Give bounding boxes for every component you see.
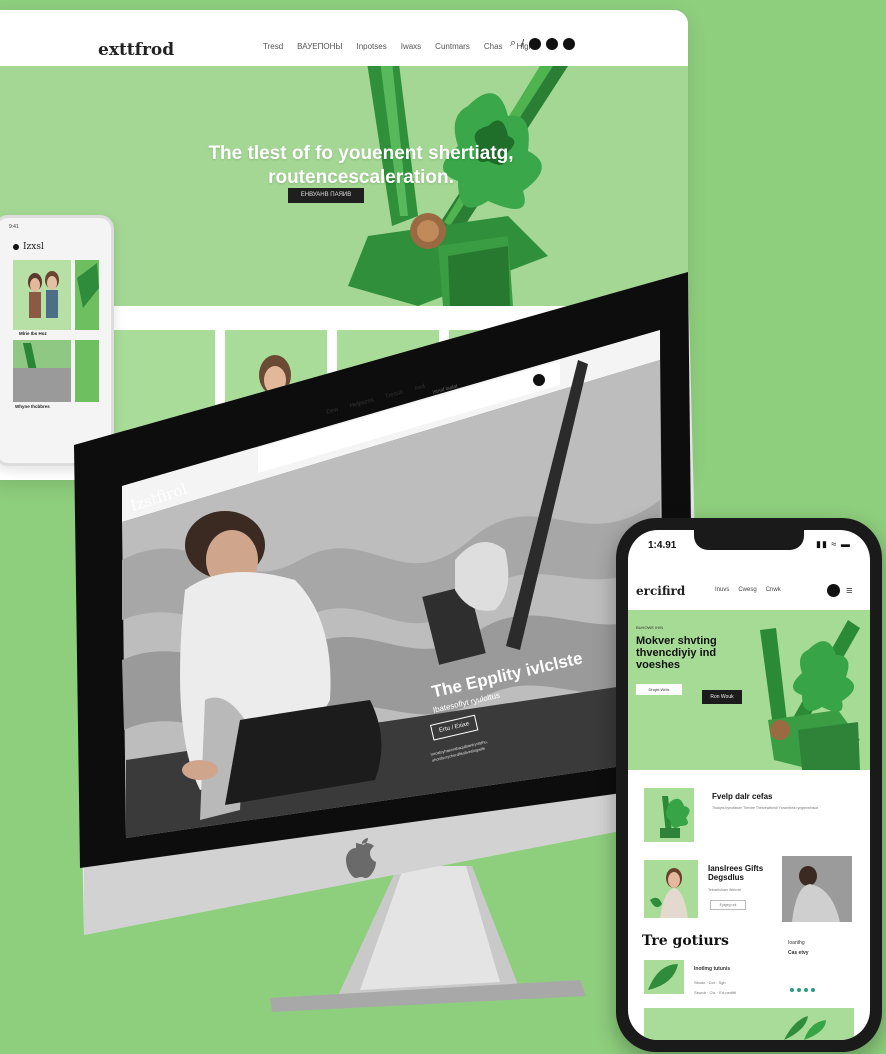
phone-hero-dark-button[interactable]: Ron Wouk [702,690,742,704]
phone-hero-title: Mokver shvting thvencdiyiy ind voeshes [636,635,717,671]
phone-hero-eyebrow: BUHOWE IHIN [636,625,664,630]
plant-banner-image [784,1016,826,1040]
card-2-button[interactable]: Eytgeg unt [710,900,746,910]
account-icon[interactable] [827,584,840,597]
card-1-text: Thaiqns bynotlswer Thevtre Thesrewtheldl… [712,806,820,810]
imac-account-icon [533,374,545,386]
phone-hero: BUHOWE IHIN Mokver shvting thvencdiyiy i… [628,610,870,770]
bottom-banner-image[interactable] [644,1008,854,1040]
status-time: 1:4.91 [648,540,677,551]
section-heading: Tre gotiurs [642,933,729,949]
card-2-side-image[interactable] [782,856,852,922]
model-thumbnail-image [650,868,688,918]
list-item-meta: Sswob · Ctz · Ed-nedlttl [694,990,737,995]
list-label: Ioanthg [788,940,805,946]
card-2-title[interactable]: Ianslrees Gifts Degsdlus [708,864,778,882]
right-phone-mockup: 1:4.91 ▮▮ ≈ ▬ ercifird Inuvs Cwesg Cnwk … [616,518,882,1052]
phone-hero-outline-button[interactable]: Dhqtrt Wrtlx [636,684,682,695]
list-item-image[interactable] [644,960,684,994]
phone-screen: 1:4.91 ▮▮ ≈ ▬ ercifird Inuvs Cwesg Cnwk … [628,530,870,1040]
hamburger-menu-icon[interactable]: ≡ [846,585,852,597]
product-mockup-stage: exttfrod Tresd ВАУЕПОНЫ Inpotses Iwaxs C… [0,0,886,1054]
list-title[interactable]: Cas etvy [788,950,809,956]
phone-notch [694,530,804,550]
status-icons: ▮▮ ≈ ▬ [816,539,851,549]
phone-nav-item[interactable]: Cwesg [738,587,756,593]
card-1-title[interactable]: Fvelp dalr cefas [712,792,772,801]
leaf-thumbnail-image [648,964,678,990]
list-item-title[interactable]: Inotlmg tutunis [694,966,730,972]
phone-nav-item[interactable]: Inuvs [715,587,729,593]
phone-site-logo[interactable]: ercifird [636,584,685,598]
card-1-image[interactable] [644,788,694,842]
phone-nav-item[interactable]: Cnwk [766,587,781,593]
card-2-text: Tetnseluhaer Wehcre [708,888,742,892]
card-2-image[interactable] [644,860,698,918]
model-gray-photo-image [782,856,852,922]
carousel-dots[interactable] [790,988,815,992]
list-item-meta: Sitodo · Dxt · Sgb [694,980,726,985]
plant-thumbnail-image [660,796,690,838]
phone-site-nav: Inuvs Cwesg Cnwk [715,587,781,593]
